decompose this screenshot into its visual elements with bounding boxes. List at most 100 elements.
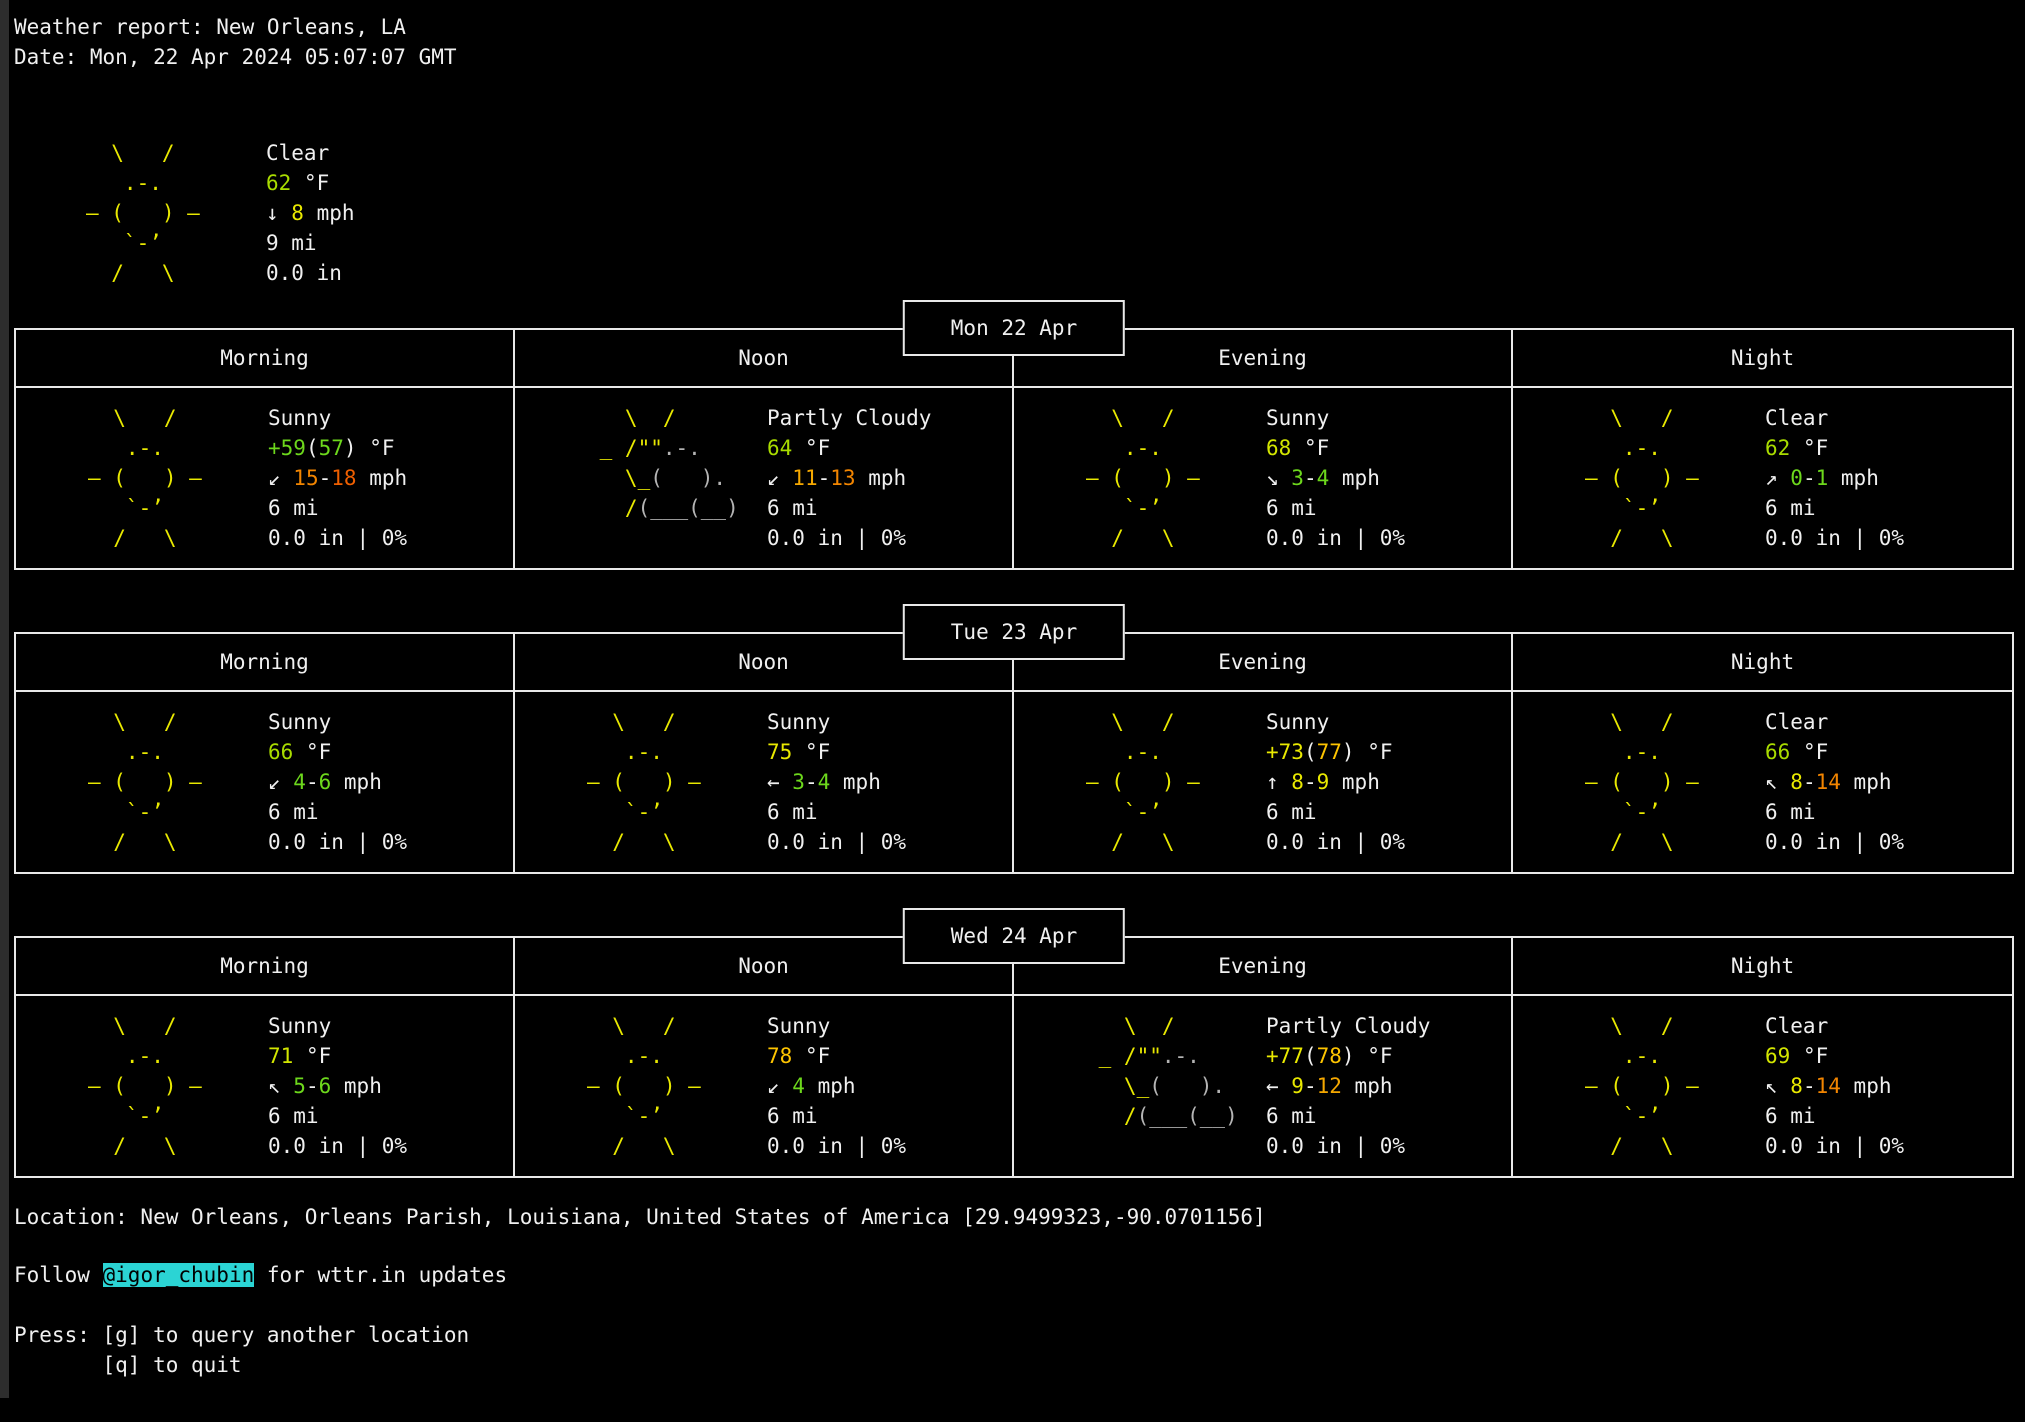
forecast-cell-morning: \ / .-. ‒ ( ) ‒ `-’ / \Sunny71 °F↖ 5-6 m… xyxy=(16,996,515,1176)
wind-text: ↗ 0-1 mph xyxy=(1765,463,1904,493)
precipitation-text: 0.0 in | 0% xyxy=(1765,523,1904,553)
day-label: Mon 22 Apr xyxy=(903,300,1125,356)
day-label: Tue 23 Apr xyxy=(903,604,1125,660)
keyboard-hints: Press: [g] to query another location [q]… xyxy=(14,1320,2014,1380)
forecast-cell-info: Sunny71 °F↖ 5-6 mph6 mi0.0 in | 0% xyxy=(268,1011,407,1161)
temperature-text: 78 °F xyxy=(767,1041,906,1071)
condition-text: Clear xyxy=(1765,707,1904,737)
wind-text: ↖ 8-14 mph xyxy=(1765,1071,1904,1101)
precipitation-text: 0.0 in | 0% xyxy=(767,827,906,857)
forecast-cell-info: Sunny78 °F↙ 4 mph6 mi0.0 in | 0% xyxy=(767,1011,906,1161)
wind-text: ← 3-4 mph xyxy=(767,767,906,797)
temperature-text: +59(57) °F xyxy=(268,433,407,463)
forecast-table-mon-22-apr: Mon 22 AprMorningNoonEveningNight \ / .-… xyxy=(14,328,2014,570)
forecast-cell-morning: \ / .-. ‒ ( ) ‒ `-’ / \Sunny66 °F↙ 4-6 m… xyxy=(16,692,515,872)
weather-art-sunny: \ / .-. ‒ ( ) ‒ `-’ / \ xyxy=(16,707,268,857)
forecast-cell-night: \ / .-. ‒ ( ) ‒ `-’ / \Clear69 °F↖ 8-14 … xyxy=(1513,996,2012,1176)
temperature-text: +77(78) °F xyxy=(1266,1041,1430,1071)
condition-text: Clear xyxy=(266,138,355,168)
visibility-text: 6 mi xyxy=(1266,797,1405,827)
temperature-text: 66 °F xyxy=(1765,737,1904,767)
condition-text: Clear xyxy=(1765,403,1904,433)
forecast-cell-evening: \ / .-. ‒ ( ) ‒ `-’ / \Sunny+73(77) °F↑ … xyxy=(1014,692,1513,872)
follow-suffix: for wttr.in updates xyxy=(254,1263,507,1287)
visibility-text: 6 mi xyxy=(767,493,931,523)
forecast-cell-info: Sunny68 °F↘ 3-4 mph6 mi0.0 in | 0% xyxy=(1266,403,1405,553)
precipitation-text: 0.0 in | 0% xyxy=(268,1131,407,1161)
temperature-text: 69 °F xyxy=(1765,1041,1904,1071)
precipitation-text: 0.0 in | 0% xyxy=(1765,1131,1904,1161)
condition-text: Partly Cloudy xyxy=(1266,1011,1430,1041)
forecast-cell-info: Sunny+59(57) °F↙ 15-18 mph6 mi0.0 in | 0… xyxy=(268,403,407,553)
weather-art-sunny: \ / .-. ‒ ( ) ‒ `-’ / \ xyxy=(515,1011,767,1161)
condition-text: Sunny xyxy=(1266,707,1405,737)
visibility-text: 9 mi xyxy=(266,228,355,258)
temperature-text: 71 °F xyxy=(268,1041,407,1071)
period-header-night: Night xyxy=(1513,634,2012,690)
weather-art-partly: \ / _ /"".-. \_( ). /(___(__) xyxy=(1014,1011,1266,1161)
condition-text: Partly Cloudy xyxy=(767,403,931,433)
current-info: Clear62 °F↓ 8 mph9 mi0.0 in xyxy=(266,138,355,288)
visibility-text: 6 mi xyxy=(268,493,407,523)
current-conditions: \ / .-. ‒ ( ) ‒ `-’ / \ Clear62 °F↓ 8 mp… xyxy=(14,138,2014,288)
twitter-handle-badge[interactable]: @igor_chubin xyxy=(103,1263,255,1287)
weather-report: Weather report: New Orleans, LA Date: Mo… xyxy=(14,12,2014,1380)
forecast-tables: Mon 22 AprMorningNoonEveningNight \ / .-… xyxy=(14,328,2014,1178)
temperature-text: 64 °F xyxy=(767,433,931,463)
hint-query-location: Press: [g] to query another location xyxy=(14,1320,2014,1350)
precipitation-text: 0.0 in | 0% xyxy=(1266,523,1405,553)
condition-text: Sunny xyxy=(268,707,407,737)
visibility-text: 6 mi xyxy=(268,797,407,827)
forecast-table-tue-23-apr: Tue 23 AprMorningNoonEveningNight \ / .-… xyxy=(14,632,2014,874)
temperature-text: +73(77) °F xyxy=(1266,737,1405,767)
forecast-cell-info: Partly Cloudy+77(78) °F← 9-12 mph6 mi0.0… xyxy=(1266,1011,1430,1161)
precipitation-text: 0.0 in | 0% xyxy=(1765,827,1904,857)
precipitation-text: 0.0 in xyxy=(266,258,355,288)
precipitation-text: 0.0 in | 0% xyxy=(767,1131,906,1161)
visibility-text: 6 mi xyxy=(1266,1101,1430,1131)
wind-text: ↘ 3-4 mph xyxy=(1266,463,1405,493)
follow-prefix: Follow xyxy=(14,1263,103,1287)
wind-text: ↙ 4-6 mph xyxy=(268,767,407,797)
visibility-text: 6 mi xyxy=(1266,493,1405,523)
weather-art-sunny: \ / .-. ‒ ( ) ‒ `-’ / \ xyxy=(16,403,268,553)
terminal-scrollbar[interactable] xyxy=(0,0,9,1398)
period-header-morning: Morning xyxy=(16,938,515,994)
wind-text: ↙ 11-13 mph xyxy=(767,463,931,493)
weather-art-sunny: \ / .-. ‒ ( ) ‒ `-’ / \ xyxy=(1014,707,1266,857)
temperature-text: 62 °F xyxy=(1765,433,1904,463)
wind-text: ↙ 15-18 mph xyxy=(268,463,407,493)
location-line: Location: New Orleans, Orleans Parish, L… xyxy=(14,1202,2014,1232)
forecast-cell-night: \ / .-. ‒ ( ) ‒ `-’ / \Clear66 °F↖ 8-14 … xyxy=(1513,692,2012,872)
condition-text: Sunny xyxy=(1266,403,1405,433)
terminal-window[interactable]: Weather report: New Orleans, LA Date: Mo… xyxy=(0,0,2025,1422)
day-label: Wed 24 Apr xyxy=(903,908,1125,964)
forecast-row: \ / .-. ‒ ( ) ‒ `-’ / \Sunny66 °F↙ 4-6 m… xyxy=(16,692,2012,872)
forecast-cell-info: Sunny75 °F← 3-4 mph6 mi0.0 in | 0% xyxy=(767,707,906,857)
temperature-text: 62 °F xyxy=(266,168,355,198)
forecast-cell-noon: \ / .-. ‒ ( ) ‒ `-’ / \Sunny78 °F↙ 4 mph… xyxy=(515,996,1014,1176)
report-title: Weather report: New Orleans, LA xyxy=(14,12,2014,42)
weather-art-sunny: \ / .-. ‒ ( ) ‒ `-’ / \ xyxy=(16,1011,268,1161)
visibility-text: 6 mi xyxy=(767,797,906,827)
visibility-text: 6 mi xyxy=(1765,493,1904,523)
precipitation-text: 0.0 in | 0% xyxy=(268,827,407,857)
wind-text: ← 9-12 mph xyxy=(1266,1071,1430,1101)
visibility-text: 6 mi xyxy=(268,1101,407,1131)
visibility-text: 6 mi xyxy=(1765,797,1904,827)
condition-text: Sunny xyxy=(268,403,407,433)
wind-text: ↓ 8 mph xyxy=(266,198,355,228)
visibility-text: 6 mi xyxy=(1765,1101,1904,1131)
weather-art-sunny: \ / .-. ‒ ( ) ‒ `-’ / \ xyxy=(1014,403,1266,553)
weather-art-sunny: \ / .-. ‒ ( ) ‒ `-’ / \ xyxy=(14,138,266,288)
forecast-cell-info: Clear62 °F↗ 0-1 mph6 mi0.0 in | 0% xyxy=(1765,403,1904,553)
weather-art-sunny: \ / .-. ‒ ( ) ‒ `-’ / \ xyxy=(1513,403,1765,553)
follow-line: Follow @igor_chubin for wttr.in updates xyxy=(14,1260,2014,1290)
forecast-row: \ / .-. ‒ ( ) ‒ `-’ / \Sunny71 °F↖ 5-6 m… xyxy=(16,996,2012,1176)
precipitation-text: 0.0 in | 0% xyxy=(1266,827,1405,857)
weather-art-partly: \ / _ /"".-. \_( ). /(___(__) xyxy=(515,403,767,553)
temperature-text: 68 °F xyxy=(1266,433,1405,463)
weather-art-sunny: \ / .-. ‒ ( ) ‒ `-’ / \ xyxy=(1513,1011,1765,1161)
precipitation-text: 0.0 in | 0% xyxy=(268,523,407,553)
forecast-cell-evening: \ / _ /"".-. \_( ). /(___(__) Partly Clo… xyxy=(1014,996,1513,1176)
